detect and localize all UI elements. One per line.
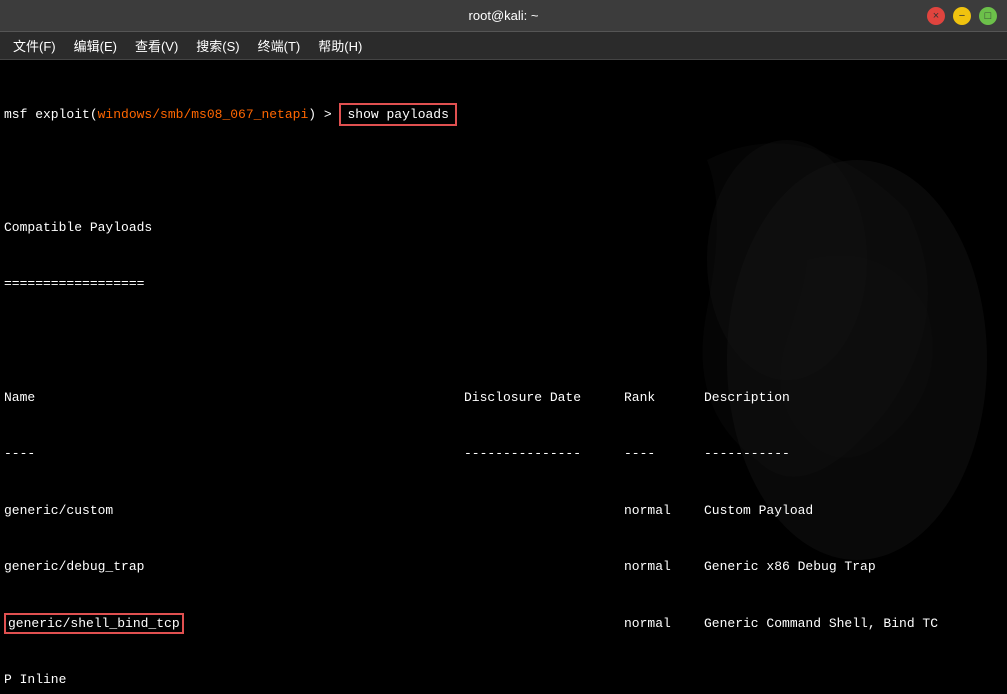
prompt-command-line: msf exploit(windows/smb/ms08_067_netapi)…: [4, 106, 1003, 125]
menu-edit[interactable]: 编辑(E): [66, 34, 125, 57]
prompt-module: windows/smb/ms08_067_netapi: [98, 107, 309, 122]
command-show-payloads: show payloads: [339, 103, 456, 126]
titlebar-title: root@kali: ~: [469, 8, 539, 23]
menu-file[interactable]: 文件(F): [5, 34, 64, 57]
minimize-button[interactable]: −: [953, 7, 971, 25]
menu-view[interactable]: 查看(V): [127, 34, 186, 57]
payload-generic-custom: generic/customnormalCustom Payload: [4, 502, 1003, 521]
terminal-content: msf exploit(windows/smb/ms08_067_netapi)…: [4, 68, 1003, 694]
blank-line-1: [4, 162, 1003, 181]
section-title: Compatible Payloads: [4, 219, 1003, 238]
col-dividers: ----------------------------------: [4, 445, 1003, 464]
menu-terminal[interactable]: 终端(T): [250, 34, 309, 57]
section-divider: ==================: [4, 275, 1003, 294]
close-button[interactable]: ×: [927, 7, 945, 25]
titlebar-controls: × − □: [927, 7, 997, 25]
menubar: 文件(F) 编辑(E) 查看(V) 搜索(S) 终端(T) 帮助(H): [0, 32, 1007, 60]
payload-generic-debug-trap: generic/debug_trapnormalGeneric x86 Debu…: [4, 558, 1003, 577]
col-headers: NameDisclosure DateRankDescription: [4, 389, 1003, 408]
terminal[interactable]: msf exploit(windows/smb/ms08_067_netapi)…: [0, 60, 1007, 694]
menu-search[interactable]: 搜索(S): [188, 34, 247, 57]
blank-line-2: [4, 332, 1003, 351]
payload-generic-shell-bind-tcp: generic/shell_bind_tcpnormalGeneric Comm…: [4, 615, 1003, 634]
titlebar: root@kali: ~ × − □: [0, 0, 1007, 32]
prompt-msf: msf exploit(: [4, 107, 98, 122]
menu-help[interactable]: 帮助(H): [310, 34, 370, 57]
maximize-button[interactable]: □: [979, 7, 997, 25]
payload-p-inline: P Inline: [4, 671, 1003, 690]
